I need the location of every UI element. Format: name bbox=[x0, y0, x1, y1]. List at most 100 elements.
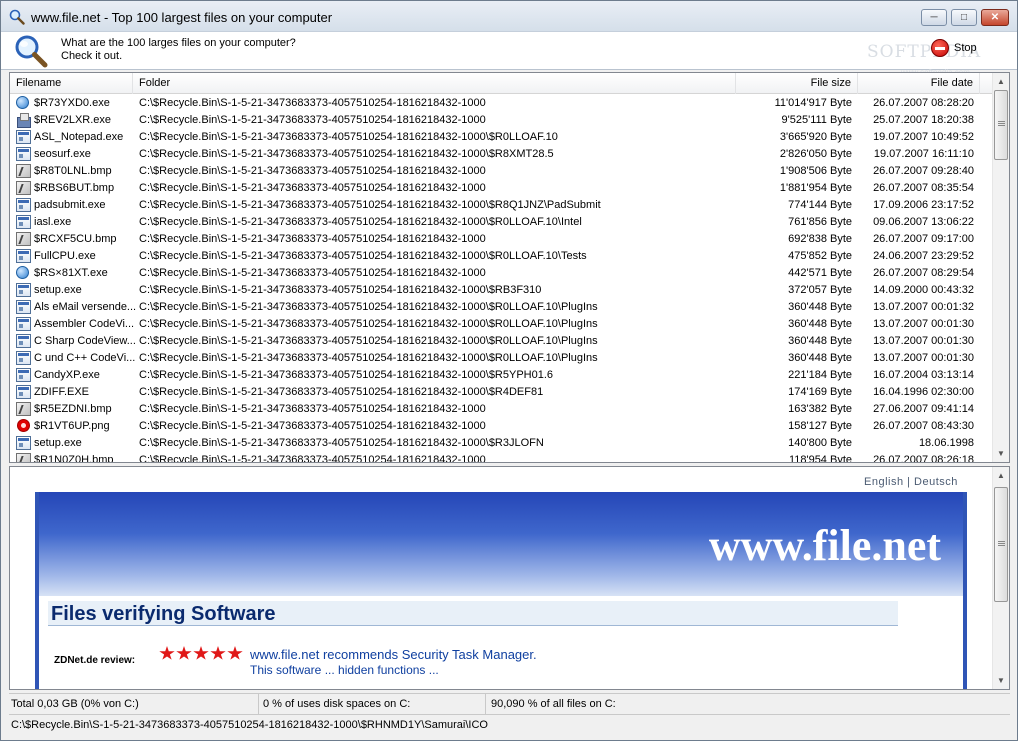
file-exe-icon bbox=[16, 385, 31, 399]
question-line-1: What are the 100 larges files on your co… bbox=[61, 37, 296, 49]
cell-file-date: 26.07.2007 09:28:40 bbox=[873, 165, 974, 177]
filename-text: $R5EZDNI.bmp bbox=[34, 403, 112, 415]
cell-file-date: 26.07.2007 08:43:30 bbox=[873, 420, 974, 432]
table-row[interactable]: $REV2LXR.exe C:\$Recycle.Bin\S-1-5-21-347… bbox=[10, 112, 994, 129]
minimize-button[interactable]: ─ bbox=[921, 9, 947, 26]
table-row[interactable]: ASL_Notepad.exe C:\$Recycle.Bin\S-1-5-21-… bbox=[10, 129, 994, 146]
browser-scroll-down-arrow[interactable]: ▼ bbox=[993, 672, 1009, 689]
table-row[interactable]: Assembler CodeVi... C:\$Recycle.Bin\S-1-5… bbox=[10, 316, 994, 333]
cell-filename: $REV2LXR.exe bbox=[14, 112, 136, 129]
file-exe-icon bbox=[16, 317, 31, 331]
table-row[interactable]: ZDIFF.EXE C:\$Recycle.Bin\S-1-5-21-347368… bbox=[10, 384, 994, 401]
table-row[interactable]: $R5EZDNI.bmp C:\$Recycle.Bin\S-1-5-21-347… bbox=[10, 401, 994, 418]
table-row[interactable]: $RCXF5CU.bmp C:\$Recycle.Bin\S-1-5-21-347… bbox=[10, 231, 994, 248]
file-exe-icon bbox=[16, 215, 31, 229]
column-header-filename[interactable]: Filename bbox=[10, 73, 133, 94]
cell-filename: $R5EZDNI.bmp bbox=[14, 401, 136, 418]
file-png-icon bbox=[16, 419, 31, 433]
title-bar[interactable]: www.file.net - Top 100 largest files on … bbox=[1, 1, 1017, 32]
browser-scroll-thumb[interactable] bbox=[994, 487, 1008, 602]
file-exe-icon bbox=[16, 198, 31, 212]
browser-vertical-scrollbar[interactable]: ▲ ▼ bbox=[992, 467, 1009, 689]
browser-scroll-up-arrow[interactable]: ▲ bbox=[993, 467, 1009, 484]
filename-text: $R73YXD0.exe bbox=[34, 97, 110, 109]
table-row[interactable]: $R8T0LNL.bmp C:\$Recycle.Bin\S-1-5-21-347… bbox=[10, 163, 994, 180]
review-link[interactable]: www.file.net recommends Security Task Ma… bbox=[250, 647, 537, 662]
table-row[interactable]: $RBS6BUT.bmp C:\$Recycle.Bin\S-1-5-21-347… bbox=[10, 180, 994, 197]
cell-filename: $RBS6BUT.bmp bbox=[14, 180, 136, 197]
stop-icon bbox=[931, 39, 949, 57]
cell-filename: setup.exe bbox=[14, 435, 136, 452]
file-list[interactable]: Filename Folder File size File date $R73… bbox=[9, 72, 1010, 463]
cell-file-date: 13.07.2007 00:01:30 bbox=[873, 318, 974, 330]
rating-star-icon bbox=[227, 646, 243, 660]
cell-file-date: 16.04.1996 02:30:00 bbox=[873, 386, 974, 398]
table-row[interactable]: setup.exe C:\$Recycle.Bin\S-1-5-21-347368… bbox=[10, 282, 994, 299]
cell-file-size: 360'448 Byte bbox=[788, 318, 852, 330]
cell-filename: $R73YXD0.exe bbox=[14, 95, 136, 112]
magnifier-icon bbox=[9, 9, 25, 25]
rating-stars bbox=[159, 646, 243, 661]
table-row[interactable]: $RS×81XT.exe C:\$Recycle.Bin\S-1-5-21-347… bbox=[10, 265, 994, 282]
cell-file-size: 158'127 Byte bbox=[788, 420, 852, 432]
scroll-up-arrow[interactable]: ▲ bbox=[993, 73, 1009, 90]
table-row[interactable]: CandyXP.exe C:\$Recycle.Bin\S-1-5-21-3473… bbox=[10, 367, 994, 384]
list-rows: $R73YXD0.exe C:\$Recycle.Bin\S-1-5-21-347… bbox=[10, 95, 994, 462]
table-row[interactable]: $R1VT6UP.png C:\$Recycle.Bin\S-1-5-21-347… bbox=[10, 418, 994, 435]
scroll-thumb[interactable] bbox=[994, 90, 1008, 160]
filename-text: FullCPU.exe bbox=[34, 250, 96, 262]
list-vertical-scrollbar[interactable]: ▲ ▼ bbox=[992, 73, 1009, 462]
filename-text: iasl.exe bbox=[34, 216, 72, 228]
file-exe-icon bbox=[16, 130, 31, 144]
table-row[interactable]: seosurf.exe C:\$Recycle.Bin\S-1-5-21-3473… bbox=[10, 146, 994, 163]
table-row[interactable]: padsubmit.exe C:\$Recycle.Bin\S-1-5-21-34… bbox=[10, 197, 994, 214]
rating-star-icon bbox=[210, 646, 226, 660]
cell-filename: CandyXP.exe bbox=[14, 367, 136, 384]
cell-file-date: 19.07.2007 10:49:52 bbox=[873, 131, 974, 143]
cell-file-date: 27.06.2007 09:41:14 bbox=[873, 403, 974, 415]
cell-file-date: 13.07.2007 00:01:30 bbox=[873, 335, 974, 347]
maximize-button[interactable]: □ bbox=[951, 9, 977, 26]
cell-file-size: 140'800 Byte bbox=[788, 437, 852, 449]
file-web-icon bbox=[16, 266, 29, 279]
filename-text: ASL_Notepad.exe bbox=[34, 131, 124, 143]
cell-file-date: 26.07.2007 09:17:00 bbox=[873, 233, 974, 245]
close-button[interactable]: ✕ bbox=[981, 9, 1009, 26]
table-row[interactable]: $R1N0Z0H.bmp C:\$Recycle.Bin\S-1-5-21-347… bbox=[10, 452, 994, 462]
cell-file-date: 17.09.2006 23:17:52 bbox=[873, 199, 974, 211]
language-switch[interactable]: English | Deutsch bbox=[864, 476, 958, 488]
cell-filename: $R8T0LNL.bmp bbox=[14, 163, 136, 180]
file-bmp-icon bbox=[16, 181, 31, 195]
cell-filename: C Sharp CodeView... bbox=[14, 333, 136, 350]
cell-file-date: 25.07.2007 18:20:38 bbox=[873, 114, 974, 126]
table-row[interactable]: $R73YXD0.exe C:\$Recycle.Bin\S-1-5-21-347… bbox=[10, 95, 994, 112]
cell-filename: iasl.exe bbox=[14, 214, 136, 231]
cell-file-size: 360'448 Byte bbox=[788, 301, 852, 313]
table-row[interactable]: iasl.exe C:\$Recycle.Bin\S-1-5-21-3473683… bbox=[10, 214, 994, 231]
browser-pane[interactable]: English | Deutsch www.file.net Files ver… bbox=[9, 466, 1010, 690]
review-label: ZDNet.de review: bbox=[54, 655, 136, 666]
header-question: What are the 100 larges files on your co… bbox=[61, 37, 296, 63]
cell-folder: C:\$Recycle.Bin\S-1-5-21-3473683373-4057… bbox=[139, 216, 582, 228]
column-header-folder[interactable]: Folder bbox=[133, 73, 736, 94]
table-row[interactable]: Als eMail versende... C:\$Recycle.Bin\S-1… bbox=[10, 299, 994, 316]
stop-button[interactable]: Stop bbox=[931, 38, 977, 58]
table-row[interactable]: FullCPU.exe C:\$Recycle.Bin\S-1-5-21-3473… bbox=[10, 248, 994, 265]
filename-text: setup.exe bbox=[34, 284, 82, 296]
table-row[interactable]: C Sharp CodeView... C:\$Recycle.Bin\S-1-5… bbox=[10, 333, 994, 350]
file-exe-icon bbox=[16, 283, 31, 297]
cell-file-date: 09.06.2007 13:06:22 bbox=[873, 216, 974, 228]
scroll-down-arrow[interactable]: ▼ bbox=[993, 445, 1009, 462]
cell-file-size: 774'144 Byte bbox=[788, 199, 852, 211]
cell-folder: C:\$Recycle.Bin\S-1-5-21-3473683373-4057… bbox=[139, 148, 554, 160]
app-window: www.file.net - Top 100 largest files on … bbox=[0, 0, 1018, 741]
table-row[interactable]: C und C++ CodeVi... C:\$Recycle.Bin\S-1-5… bbox=[10, 350, 994, 367]
column-header-file-date[interactable]: File date bbox=[858, 73, 980, 94]
cell-file-size: 163'382 Byte bbox=[788, 403, 852, 415]
cell-file-size: 372'057 Byte bbox=[788, 284, 852, 296]
question-line-2: Check it out. bbox=[61, 50, 123, 62]
rating-star-icon bbox=[176, 646, 192, 660]
table-row[interactable]: setup.exe C:\$Recycle.Bin\S-1-5-21-347368… bbox=[10, 435, 994, 452]
column-header-file-size[interactable]: File size bbox=[736, 73, 858, 94]
status-all-files: 90,090 % of all files on C: bbox=[491, 698, 616, 710]
